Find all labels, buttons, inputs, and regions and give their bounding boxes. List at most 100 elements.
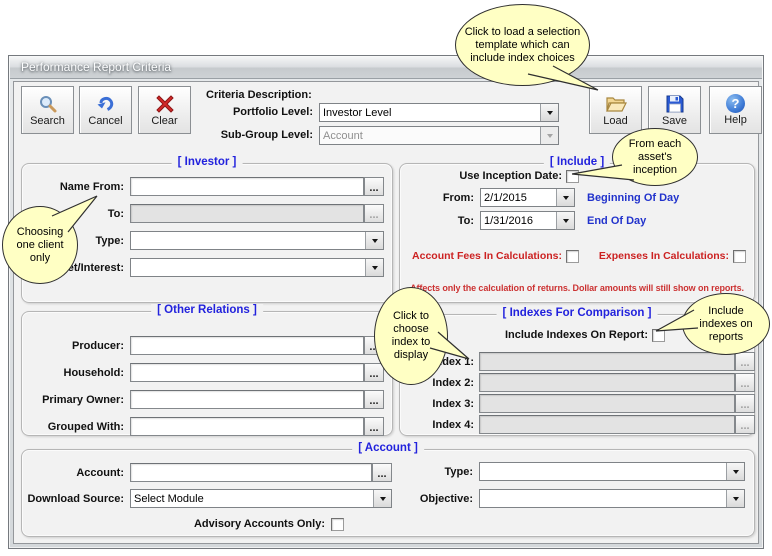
end-of-day-note: End Of Day — [587, 214, 647, 227]
screen: Performance Report Criteria Search Cance… — [0, 0, 772, 556]
name-from-label: Name From: — [59, 180, 124, 193]
index4-browse-button: ... — [735, 415, 755, 434]
indexes-group-title: [ Indexes For Comparison ] — [496, 307, 658, 319]
index2-browse-button: ... — [735, 373, 755, 392]
grouped-with-browse-button[interactable]: ... — [364, 417, 384, 436]
search-button-label: Search — [30, 114, 65, 127]
dropdown-arrow-icon[interactable] — [540, 104, 558, 121]
criteria-description-label: Criteria Description: — [206, 89, 312, 101]
account-groupbox: [ Account ] Account: ... Download Source… — [21, 442, 755, 537]
include-groupbox: [ Include ] Use Inception Date: From: 2/… — [399, 156, 755, 303]
household-field[interactable] — [130, 363, 364, 382]
investor-group-title: [ Investor ] — [171, 156, 243, 168]
account-fees-checkbox[interactable] — [566, 249, 579, 263]
index1-field — [479, 352, 735, 371]
date-from-label: From: — [442, 191, 474, 204]
save-button[interactable]: Save — [648, 86, 701, 134]
dropdown-arrow-icon[interactable] — [556, 189, 574, 206]
advisory-only-label: Advisory Accounts Only: — [193, 518, 325, 530]
account-group-title: [ Account ] — [352, 442, 424, 454]
objective-label: Objective: — [419, 492, 473, 505]
open-folder-icon — [605, 96, 627, 112]
producer-label: Producer: — [72, 339, 124, 352]
market-interest-combo[interactable] — [130, 258, 384, 277]
callout-include-indexes: Include indexes on reports — [682, 293, 770, 355]
calculation-note: Affects only the calculation of returns.… — [410, 283, 744, 293]
primary-owner-field[interactable] — [130, 390, 364, 409]
index1-browse-button: ... — [735, 352, 755, 371]
subgroup-level-value: Account — [323, 130, 363, 142]
use-inception-label: Use Inception Date: — [459, 170, 562, 182]
grouped-with-label: Grouped With: — [47, 420, 124, 433]
help-icon: ? — [726, 94, 745, 113]
portfolio-level-combo[interactable]: Investor Level — [319, 103, 559, 122]
callout-one-client: Choosing one client only — [2, 206, 78, 284]
portfolio-level-value: Investor Level — [323, 107, 392, 119]
index3-label: Index 3: — [432, 397, 474, 410]
index4-label: Index 4: — [432, 418, 474, 431]
name-from-browse-button[interactable]: ... — [364, 177, 384, 196]
expenses-checkbox[interactable] — [733, 249, 746, 263]
save-button-label: Save — [661, 114, 688, 127]
objective-combo[interactable] — [479, 489, 745, 508]
callout-choose-index: Click to choose index to display — [374, 287, 448, 385]
use-inception-checkbox[interactable] — [566, 169, 579, 183]
search-button[interactable]: Search — [21, 86, 74, 134]
cancel-button[interactable]: Cancel — [79, 86, 132, 134]
dropdown-arrow-icon[interactable] — [726, 463, 744, 480]
load-button-label: Load — [603, 114, 628, 127]
investor-groupbox: [ Investor ] Name From: ... To: ... Type… — [21, 156, 393, 303]
floppy-disk-icon — [666, 95, 683, 112]
load-button[interactable]: Load — [589, 86, 642, 134]
advisory-only-checkbox[interactable] — [331, 517, 344, 531]
name-from-field[interactable] — [130, 177, 364, 196]
household-label: Household: — [63, 366, 125, 379]
dropdown-arrow-icon[interactable] — [556, 212, 574, 229]
primary-owner-label: Primary Owner: — [42, 393, 124, 406]
name-to-browse-button: ... — [364, 204, 384, 223]
index3-browse-button: ... — [735, 394, 755, 413]
date-to-value: 1/31/2016 — [484, 215, 533, 227]
investor-type-value — [131, 232, 365, 249]
investor-type-combo[interactable] — [130, 231, 384, 250]
other-relations-group-title: [ Other Relations ] — [151, 304, 263, 316]
include-indexes-checkbox[interactable] — [652, 328, 665, 342]
callout-load-template: Click to load a selection template which… — [455, 4, 590, 86]
portfolio-level-label: Portfolio Level: — [232, 106, 313, 118]
subgroup-level-label: Sub-Group Level: — [220, 129, 313, 141]
account-type-label: Type: — [444, 465, 473, 478]
subgroup-level-combo: Account — [319, 126, 559, 145]
dropdown-arrow-icon[interactable] — [365, 259, 383, 276]
account-fees-label: Account Fees In Calculations: — [412, 250, 562, 262]
date-from-combo[interactable]: 2/1/2015 — [480, 188, 575, 207]
undo-arrow-icon — [97, 96, 113, 111]
index2-field — [479, 373, 735, 392]
expenses-label: Expenses In Calculations: — [598, 250, 729, 262]
objective-value — [480, 490, 726, 507]
index4-field — [479, 415, 735, 434]
grouped-with-field[interactable] — [130, 417, 364, 436]
dropdown-arrow-icon — [540, 127, 558, 144]
help-button-label: Help — [724, 114, 747, 126]
account-type-combo[interactable] — [479, 462, 745, 481]
dropdown-arrow-icon[interactable] — [365, 232, 383, 249]
account-type-value — [480, 463, 726, 480]
search-icon — [39, 95, 56, 112]
title-bar[interactable]: Performance Report Criteria — [10, 57, 762, 79]
date-to-label: To: — [457, 214, 474, 227]
date-from-value: 2/1/2015 — [484, 192, 527, 204]
date-to-combo[interactable]: 1/31/2016 — [480, 211, 575, 230]
index3-field — [479, 394, 735, 413]
producer-field[interactable] — [130, 336, 364, 355]
callout-inception: From each asset's inception — [612, 128, 698, 186]
other-relations-groupbox: [ Other Relations ] Producer: ... Househ… — [21, 304, 393, 436]
window-title: Performance Report Criteria — [21, 60, 172, 74]
beginning-of-day-note: Beginning Of Day — [587, 191, 680, 204]
include-group-title: [ Include ] — [543, 156, 611, 168]
dropdown-arrow-icon[interactable] — [726, 490, 744, 507]
primary-owner-browse-button[interactable]: ... — [364, 390, 384, 409]
help-button[interactable]: ? Help — [709, 86, 762, 134]
name-to-field — [130, 204, 364, 223]
market-interest-value — [131, 259, 365, 276]
cancel-button-label: Cancel — [88, 114, 123, 127]
